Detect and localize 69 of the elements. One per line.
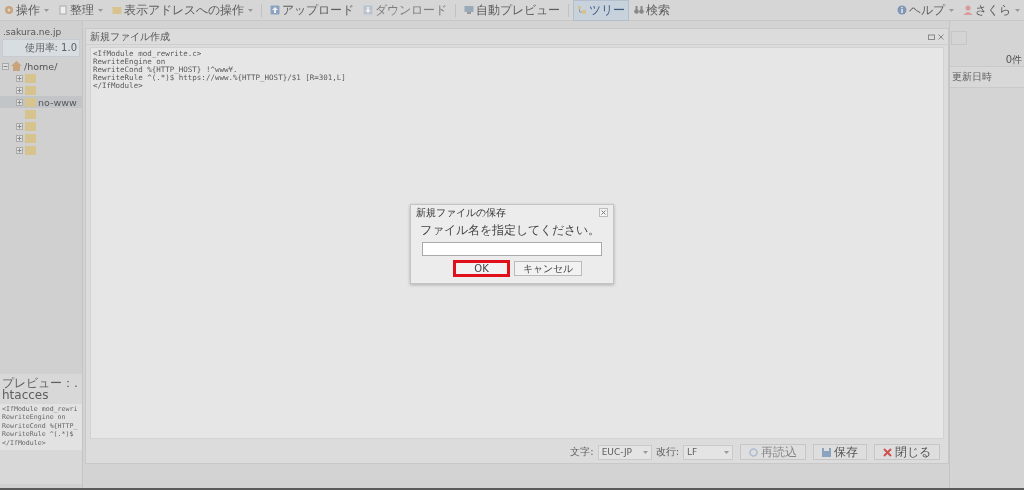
dialog-message: ファイル名を指定してください。 — [419, 222, 601, 239]
caret-icon — [1015, 8, 1020, 12]
footer-button[interactable]: 閉じる — [874, 444, 940, 460]
dialog-button[interactable]: キャンセル — [514, 261, 582, 276]
caret-icon — [98, 8, 103, 12]
tree-item[interactable]: no-www — [0, 96, 82, 108]
toolbar-button[interactable]: ツリー — [573, 0, 629, 21]
expand-icon — [16, 98, 23, 106]
save-icon — [822, 447, 831, 457]
toolbar-button[interactable]: 自動プレビュー — [460, 0, 564, 21]
folder-icon — [25, 73, 36, 83]
preview-title: プレビュー：.htacces — [1, 375, 79, 404]
restore-icon — [928, 33, 935, 40]
filename-field[interactable] — [422, 242, 602, 256]
user-icon — [963, 5, 973, 15]
window-title: 新規ファイル作成 — [90, 29, 170, 44]
download-icon — [363, 5, 373, 15]
dropdown-select[interactable]: EUC-JP — [597, 444, 652, 460]
expand-icon — [16, 134, 23, 142]
caret-icon — [642, 450, 648, 454]
folder-icon — [25, 85, 36, 95]
host-name: .sakura.ne.jp — [2, 26, 63, 39]
expand-icon — [16, 146, 23, 154]
toolbar-button[interactable]: 検索 — [630, 0, 674, 21]
field-label: 文字: — [570, 445, 594, 459]
document-icon — [58, 5, 68, 15]
column-header[interactable]: 更新日時 — [950, 67, 1024, 88]
caret-icon — [44, 8, 49, 12]
gear-icon — [4, 5, 14, 15]
folder-icon — [25, 145, 36, 155]
dropdown-select[interactable]: LF — [683, 444, 733, 460]
footer-button[interactable]: 保存 — [813, 444, 867, 460]
toolbar-button[interactable]: 整理 — [54, 0, 107, 21]
folder-icon — [112, 5, 122, 15]
monitor-icon — [464, 5, 474, 15]
close-icon — [938, 33, 944, 40]
folder-name: /home/ — [24, 60, 58, 72]
restore-button[interactable] — [928, 33, 935, 40]
close-button[interactable] — [938, 33, 944, 40]
upload-icon — [270, 5, 280, 15]
caret-icon — [949, 8, 954, 12]
caret-icon — [724, 450, 729, 454]
expand-icon — [16, 74, 23, 82]
menu-button[interactable]: さくら — [959, 0, 1024, 21]
close-button[interactable] — [599, 208, 608, 217]
usage-bar: 使用率: 1.0 — [2, 39, 80, 57]
help-icon — [897, 5, 907, 15]
expand-icon — [16, 86, 23, 94]
dialog-title: 新規ファイルの保存 — [416, 205, 506, 220]
dialog-button[interactable]: OK — [454, 261, 509, 276]
folder-icon — [25, 97, 36, 107]
folder-icon — [25, 121, 36, 131]
folder-icon — [25, 109, 36, 119]
close-icon — [883, 447, 892, 457]
binoculars-icon — [634, 5, 644, 15]
refresh-icon — [749, 447, 758, 457]
caret-icon — [248, 8, 253, 12]
tree-icon — [577, 5, 587, 15]
close-icon — [601, 210, 606, 215]
tree-item[interactable]: /home/ — [0, 60, 82, 72]
expand-icon — [16, 122, 23, 130]
field-label: 改行: — [655, 445, 679, 459]
menu-button[interactable]: ヘルプ — [893, 0, 958, 21]
folder-icon — [25, 133, 36, 143]
folder-name: no-www — [38, 96, 77, 108]
house-icon — [11, 61, 22, 71]
toolbar-button[interactable]: 表示アドレスへの操作 — [108, 0, 257, 21]
toolbar-button[interactable]: 操作 — [0, 0, 53, 21]
toolbar-button[interactable]: アップロード — [266, 0, 358, 21]
